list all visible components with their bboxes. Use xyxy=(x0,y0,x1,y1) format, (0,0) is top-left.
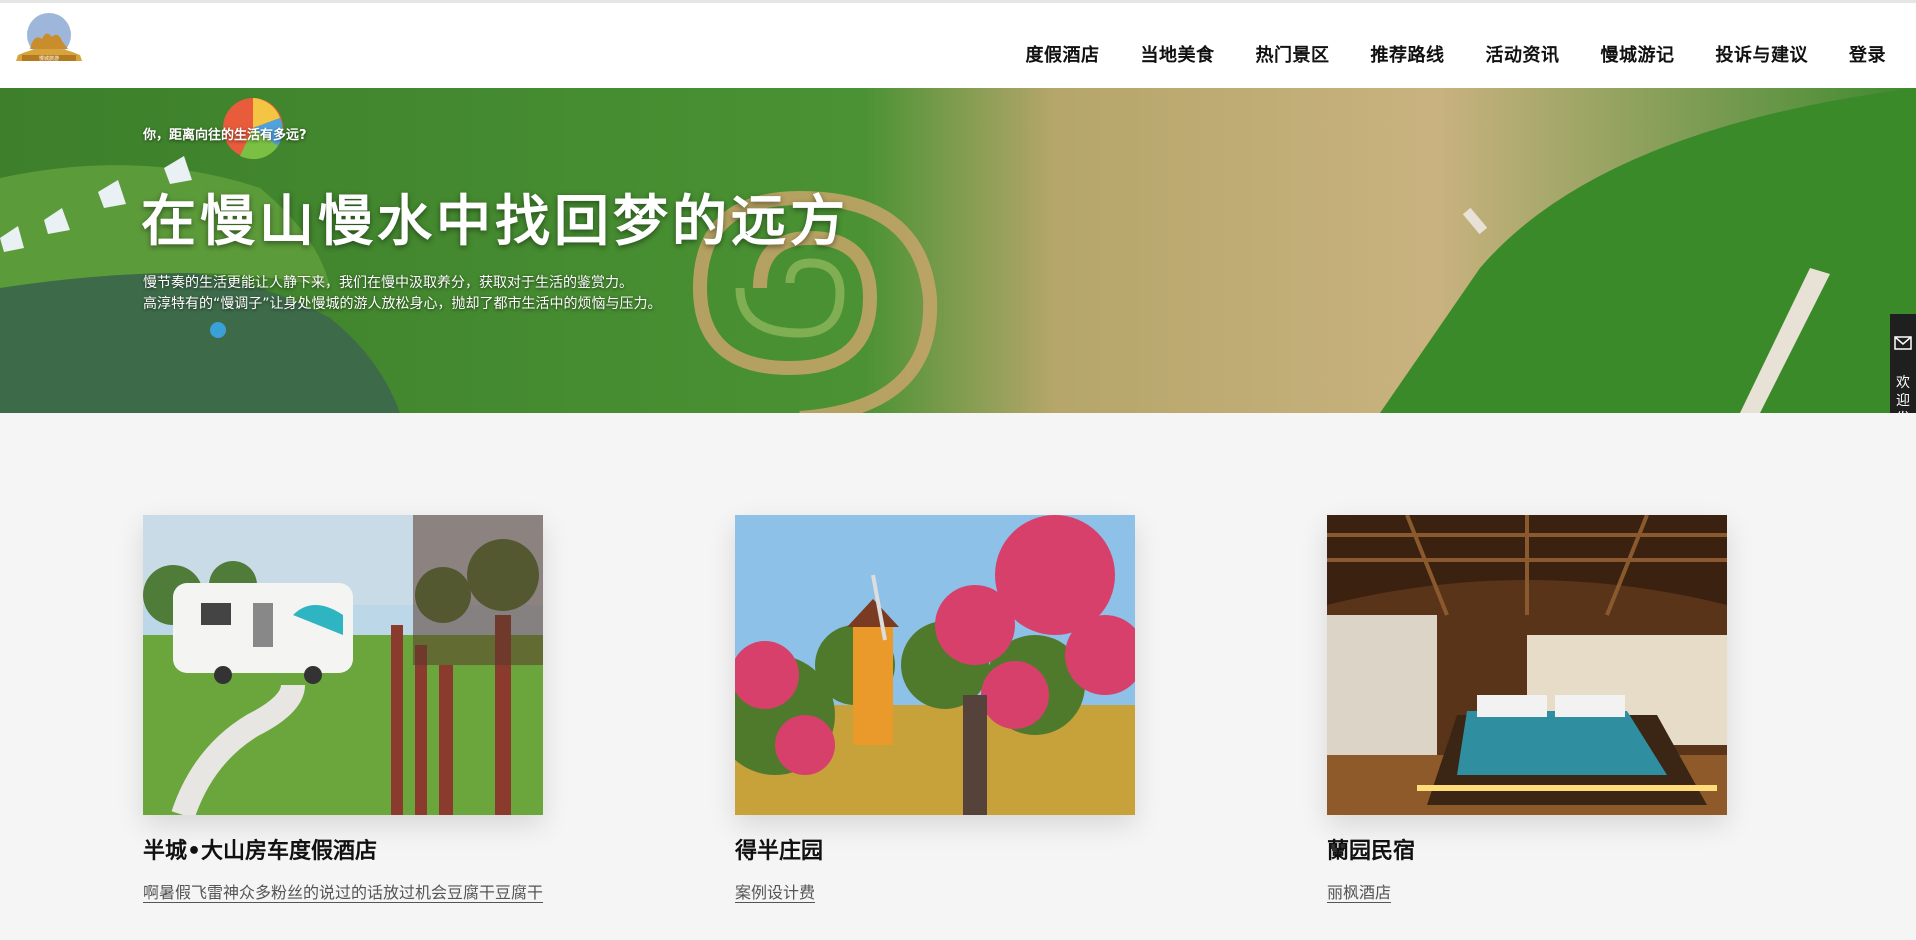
nav-item-events[interactable]: 活动资讯 xyxy=(1486,41,1560,67)
card-manor[interactable]: 得半庄园 案例设计费 xyxy=(735,515,1135,904)
card-homestay[interactable]: 蘭园民宿 丽枫酒店 xyxy=(1327,515,1727,904)
hero-desc-line-2: 高淳特有的“慢调子”让身处慢城的游人放松身心，抛却了都市生活中的烦恼与压力。 xyxy=(143,296,662,312)
hero-eyebrow: 你，距离向往的生活有多远? xyxy=(143,128,307,143)
card-title[interactable]: 得半庄园 xyxy=(735,833,1135,865)
card-title[interactable]: 蘭园民宿 xyxy=(1327,833,1727,865)
nav-item-food[interactable]: 当地美食 xyxy=(1141,41,1215,67)
hero-description: 慢节奏的生活更能让人静下来，我们在慢中汲取养分，获取对于生活的鉴赏力。 高淳特有… xyxy=(143,273,662,315)
main-nav: 度假酒店 当地美食 热门景区 推荐路线 活动资讯 慢城游记 投诉与建议 登录 xyxy=(985,41,1887,67)
nav-item-travelogues[interactable]: 慢城游记 xyxy=(1601,41,1675,67)
nav-item-login[interactable]: 登录 xyxy=(1849,41,1886,67)
nav-item-routes[interactable]: 推荐路线 xyxy=(1371,41,1445,67)
hero-title: 在慢山慢水中找回梦的远方 xyxy=(141,189,850,253)
camel-logo-icon[interactable]: 慢城旅游 xyxy=(12,11,86,65)
card-description[interactable]: 啊暑假飞雷神众多粉丝的说过的话放过机会豆腐干豆腐干 xyxy=(143,881,543,904)
card-description[interactable]: 丽枫酒店 xyxy=(1327,881,1727,904)
nav-item-complaints[interactable]: 投诉与建议 xyxy=(1716,41,1809,67)
mail-icon xyxy=(1894,336,1912,350)
card-image-homestay[interactable] xyxy=(1327,515,1727,815)
svg-text:慢城旅游: 慢城旅游 xyxy=(39,55,59,62)
card-image-rv-hotel[interactable] xyxy=(143,515,543,815)
card-description[interactable]: 案例设计费 xyxy=(735,881,1135,904)
hero-banner: 你，距离向往的生活有多远? 在慢山慢水中找回梦的远方 慢节奏的生活更能让人静下来… xyxy=(0,88,1916,413)
hero-desc-line-1: 慢节奏的生活更能让人静下来，我们在慢中汲取养分，获取对于生活的鉴赏力。 xyxy=(143,275,633,291)
nav-item-hotels[interactable]: 度假酒店 xyxy=(1026,41,1100,67)
site-header: 慢城旅游 度假酒店 当地美食 热门景区 推荐路线 活动资讯 慢城游记 投诉与建议… xyxy=(0,0,1916,88)
featured-section: 半城•大山房车度假酒店 啊暑假飞雷神众多粉丝的说过的话放过机会豆腐干豆腐干 得半… xyxy=(0,413,1916,940)
card-title[interactable]: 半城•大山房车度假酒店 xyxy=(143,833,543,865)
nav-item-attractions[interactable]: 热门景区 xyxy=(1256,41,1330,67)
card-rv-hotel[interactable]: 半城•大山房车度假酒店 啊暑假飞雷神众多粉丝的说过的话放过机会豆腐干豆腐干 xyxy=(143,515,543,904)
card-image-manor[interactable] xyxy=(735,515,1135,815)
